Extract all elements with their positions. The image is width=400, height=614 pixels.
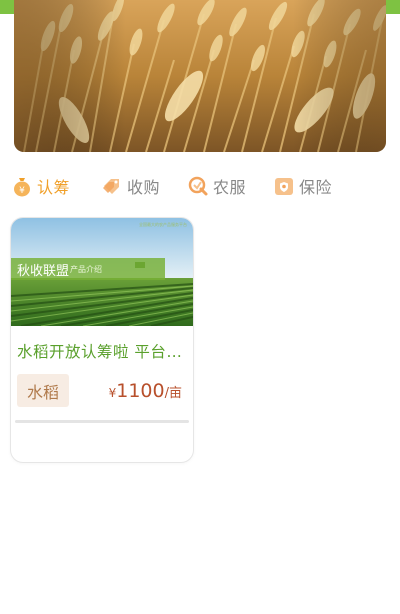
service-icon: [186, 174, 210, 198]
money-bag-icon: ¥: [10, 174, 34, 198]
top-accent-right: [384, 0, 400, 14]
tab-farm-service[interactable]: 农服: [186, 172, 246, 200]
price-currency: ¥: [108, 386, 117, 400]
product-image: 全国最大的农产品服务平台 秋收联盟 产品介绍: [11, 218, 193, 326]
shield-icon: [272, 174, 296, 198]
category-tabs: ¥ 认筹 收购 农服 保险: [0, 166, 400, 206]
tag-icon: [100, 174, 124, 198]
tab-subscribe-label: 认筹: [37, 178, 71, 197]
tab-insurance[interactable]: 保险: [272, 172, 332, 200]
banner-image[interactable]: [14, 0, 386, 152]
tab-purchase[interactable]: 收购: [100, 172, 160, 200]
image-overlay-subtitle: 产品介绍: [70, 264, 103, 274]
tab-insurance-label: 保险: [299, 178, 333, 197]
tab-purchase-label: 收购: [127, 178, 161, 197]
subscription-progress-bar: [15, 420, 189, 423]
tab-farm-service-label: 农服: [213, 178, 247, 197]
tab-subscribe[interactable]: ¥ 认筹: [10, 172, 70, 200]
price-amount: 1100: [116, 380, 165, 402]
image-overlay-banner: 秋收联盟 产品介绍: [11, 258, 165, 280]
crop-tag: 水稻: [17, 374, 69, 407]
product-card[interactable]: 全国最大的农产品服务平台 秋收联盟 产品介绍 水稻开放认筹啦 平台… 水稻 ¥ …: [11, 218, 193, 462]
product-title[interactable]: 水稻开放认筹啦 平台…: [17, 340, 189, 362]
image-overlay-title: 秋收联盟: [17, 263, 70, 279]
svg-text:¥: ¥: [19, 186, 25, 196]
price-unit: /亩: [164, 386, 182, 401]
wheat-field-image: [14, 0, 386, 152]
image-tiny-text: 全国最大的农产品服务平台: [139, 222, 187, 227]
product-price: ¥ 1100 /亩: [109, 380, 182, 402]
